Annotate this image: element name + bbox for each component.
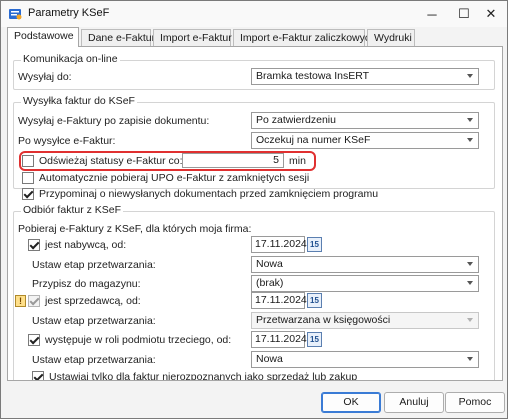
send-to-label: Wysyłaj do:	[18, 71, 72, 83]
chevron-down-icon	[467, 281, 473, 285]
send-to-select[interactable]: Bramka testowa InsERT	[251, 68, 479, 85]
refresh-status-label: Odświeżaj statusy e-Faktur co:	[39, 155, 183, 167]
warehouse-value: (brak)	[256, 277, 284, 289]
help-button[interactable]: Pomoc	[445, 392, 505, 413]
ok-button[interactable]: OK	[321, 392, 381, 413]
tab-import-efaktur[interactable]: Import e-Faktur	[153, 29, 232, 46]
calendar-icon[interactable]: 15	[307, 293, 322, 308]
after-save-select[interactable]: Po zatwierdzeniu	[251, 112, 479, 129]
ksef-app-icon	[9, 9, 22, 20]
seller-label: jest sprzedawcą, od:	[45, 295, 141, 307]
third-stage-label: Ustaw etap przetwarzania:	[32, 354, 156, 366]
seller-checkbox[interactable]	[28, 295, 40, 307]
auto-upo-label: Automatycznie pobieraj UPO e-Faktur z za…	[39, 172, 310, 184]
chevron-down-icon	[467, 118, 473, 122]
remind-label: Przypominaj o niewysłanych dokumentach p…	[39, 188, 379, 200]
chevron-down-icon	[467, 74, 473, 78]
buyer-stage-select[interactable]: Nowa	[251, 256, 479, 273]
title-bar: Parametry KSeF ─ ☐ ✕	[1, 1, 507, 27]
warning-icon: !	[15, 295, 26, 307]
after-send-value: Oczekuj na numer KSeF	[256, 134, 371, 146]
seller-stage-label: Ustaw etap przetwarzania:	[32, 315, 156, 327]
send-to-value: Bramka testowa InsERT	[256, 70, 370, 82]
refresh-status-checkbox[interactable]	[22, 155, 34, 167]
third-stage-select[interactable]: Nowa	[251, 351, 479, 368]
third-party-checkbox[interactable]	[28, 334, 40, 346]
seller-date-input[interactable]: 17.11.2024	[251, 292, 307, 309]
chevron-down-icon	[467, 138, 473, 142]
chevron-down-icon	[467, 262, 473, 266]
group-online-title: Komunikacja on-line	[21, 53, 120, 65]
after-save-value: Po zatwierdzeniu	[256, 114, 336, 126]
minimize-icon: ─	[427, 6, 437, 22]
cancel-button[interactable]: Anuluj	[384, 392, 444, 413]
auto-upo-checkbox[interactable]	[22, 172, 34, 184]
buyer-label: jest nabywcą, od:	[45, 239, 127, 251]
third-stage-value: Nowa	[256, 353, 283, 365]
tab-wydruki[interactable]: Wydruki	[367, 29, 415, 46]
buyer-stage-label: Ustaw etap przetwarzania:	[32, 259, 156, 271]
receiving-intro: Pobieraj e-Faktury z KSeF, dla których m…	[18, 223, 252, 235]
close-icon: ✕	[485, 6, 497, 21]
unrecognized-label: Ustawiaj tylko dla faktur nierozpoznanyc…	[49, 371, 358, 381]
calendar-icon[interactable]: 15	[307, 237, 322, 252]
after-send-label: Po wysyłce e-Faktur:	[18, 135, 116, 147]
tab-import-zaliczkowych[interactable]: Import e-Faktur zaliczkowych	[233, 29, 376, 46]
buyer-date-input[interactable]: 17.11.2024	[251, 236, 307, 253]
window-title: Parametry KSeF	[28, 7, 110, 19]
close-button[interactable]: ✕	[475, 1, 507, 27]
warehouse-select[interactable]: (brak)	[251, 275, 479, 292]
warehouse-label: Przypisz do magazynu:	[32, 278, 141, 290]
chevron-down-icon	[467, 318, 473, 322]
maximize-icon: ☐	[458, 6, 470, 21]
buyer-stage-value: Nowa	[256, 258, 283, 270]
unrecognized-checkbox[interactable]	[32, 371, 44, 380]
after-save-label: Wysyłaj e-Faktury po zapisie dokumentu:	[18, 115, 210, 127]
chevron-down-icon	[467, 357, 473, 361]
third-party-label: występuje w roli podmiotu trzeciego, od:	[45, 334, 232, 346]
tab-podstawowe[interactable]: Podstawowe	[7, 27, 79, 47]
group-sending-title: Wysyłka faktur do KSeF	[21, 95, 137, 107]
calendar-icon[interactable]: 15	[307, 332, 322, 347]
tab-panel: Komunikacja on-line Wysyłaj do: Bramka t…	[7, 46, 503, 381]
third-party-date-input[interactable]: 17.11.2024	[251, 331, 307, 348]
refresh-unit-label: min	[289, 155, 306, 167]
seller-stage-value: Przetwarzana w księgowości	[256, 314, 391, 326]
refresh-interval-input[interactable]: 5	[182, 153, 284, 168]
remind-checkbox[interactable]	[22, 188, 34, 200]
after-send-select[interactable]: Oczekuj na numer KSeF	[251, 132, 479, 149]
tab-dane-efaktur[interactable]: Dane e-Faktur	[81, 29, 155, 46]
group-receiving-title: Odbiór faktur z KSeF	[21, 204, 124, 216]
dialog-window: Parametry KSeF ─ ☐ ✕ Podstawowe Dane e-F…	[0, 0, 508, 419]
seller-stage-select[interactable]: Przetwarzana w księgowości	[251, 312, 479, 329]
buyer-checkbox[interactable]	[28, 239, 40, 251]
